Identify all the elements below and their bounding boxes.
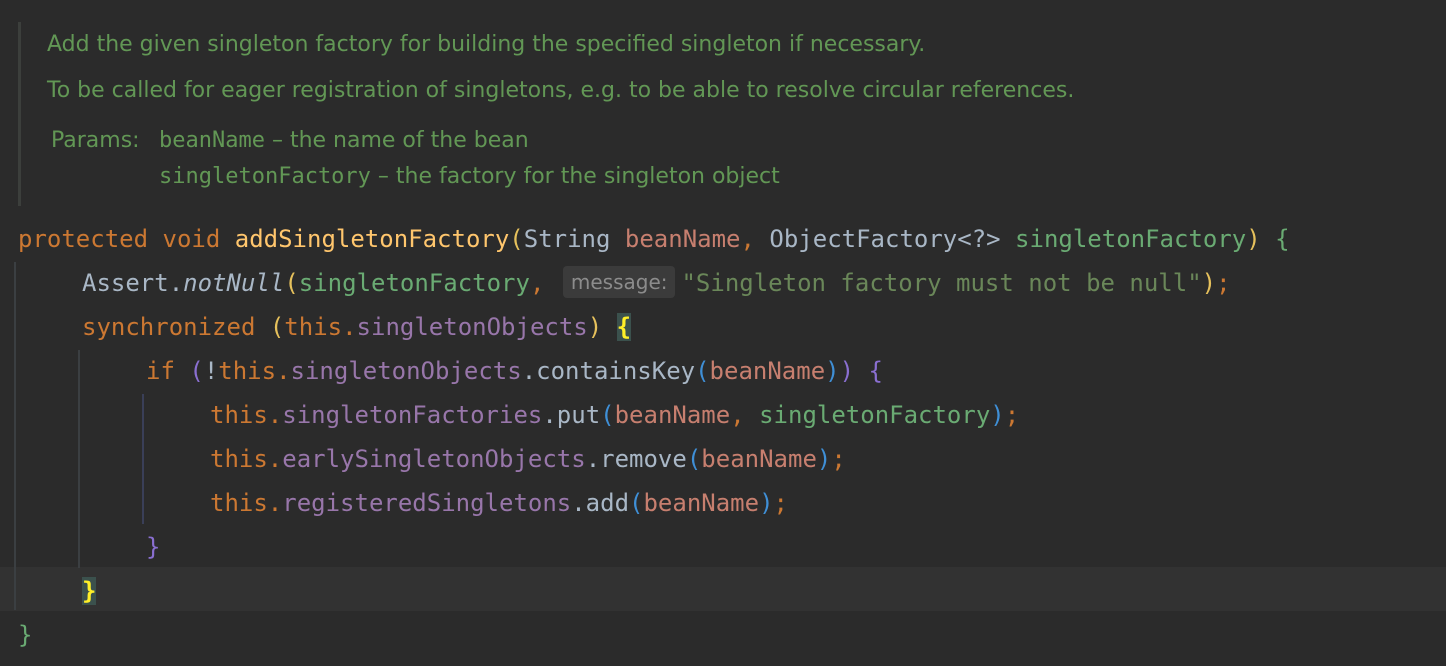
- method-call[interactable]: notNull: [183, 269, 284, 297]
- method-name[interactable]: addSingletonFactory: [235, 225, 510, 253]
- paren: (: [269, 313, 285, 341]
- method-call[interactable]: .put: [542, 401, 600, 429]
- field-ref[interactable]: singletonObjects: [291, 357, 522, 385]
- paren: (: [600, 401, 615, 429]
- keyword-protected: protected: [18, 225, 149, 253]
- method-call[interactable]: .add: [571, 489, 629, 517]
- code-line-remove[interactable]: this.earlySingletonObjects.remove(beanNa…: [210, 437, 846, 481]
- indent-guide: [78, 350, 80, 568]
- paren: (: [695, 357, 710, 385]
- brace: }: [146, 533, 161, 561]
- param-name[interactable]: beanName: [625, 225, 741, 253]
- paren: ): [990, 401, 1005, 429]
- brace: {: [868, 357, 883, 385]
- semicolon: ;: [831, 445, 846, 473]
- field-ref[interactable]: singletonObjects: [357, 313, 588, 341]
- paren: ): [1246, 225, 1261, 253]
- method-call[interactable]: .remove: [586, 445, 687, 473]
- keyword-this: this.: [210, 445, 283, 473]
- field-ref[interactable]: singletonFactories: [282, 401, 542, 429]
- keyword-this: this.: [284, 313, 357, 341]
- param-ref[interactable]: beanName: [710, 357, 826, 385]
- keyword-if: if: [146, 357, 175, 385]
- semicolon: ;: [1216, 269, 1231, 297]
- paren: (: [629, 489, 644, 517]
- code-line-method-signature[interactable]: protected void addSingletonFactory(Strin…: [18, 217, 1290, 261]
- class-ref[interactable]: Assert.: [82, 269, 183, 297]
- semicolon: ;: [1004, 401, 1020, 429]
- comma: ,: [740, 225, 755, 253]
- param-ref[interactable]: singletonFactory: [299, 269, 530, 297]
- paren: ): [759, 489, 774, 517]
- code-line-if[interactable]: if (!this.singletonObjects.containsKey(b…: [146, 349, 883, 393]
- brace: }: [18, 621, 33, 649]
- code-line-assert[interactable]: Assert.notNull(singletonFactory, message…: [82, 261, 1231, 305]
- paren: ): [587, 313, 603, 341]
- param-ref[interactable]: beanName: [643, 489, 759, 517]
- keyword-void: void: [162, 225, 221, 253]
- code-line-method-close[interactable]: }: [18, 613, 32, 657]
- type-name[interactable]: String: [524, 225, 611, 253]
- string-literal[interactable]: "Singleton factory must not be null": [681, 269, 1201, 297]
- code-editor[interactable]: protected void addSingletonFactory(Strin…: [0, 0, 1446, 666]
- brace-matched: }: [82, 577, 97, 605]
- brace-matched: {: [616, 313, 632, 341]
- keyword-this: this.: [218, 357, 291, 385]
- field-ref[interactable]: registeredSingletons: [282, 489, 571, 517]
- paren: (: [284, 269, 299, 297]
- brace: {: [1275, 225, 1290, 253]
- type-name[interactable]: ObjectFactory<?>: [769, 225, 1000, 253]
- indent-guide: [142, 394, 144, 524]
- keyword-this: this.: [210, 401, 283, 429]
- field-ref[interactable]: earlySingletonObjects: [282, 445, 585, 473]
- comma: ,: [529, 269, 545, 297]
- operator-not: !: [203, 357, 219, 385]
- param-ref[interactable]: beanName: [615, 401, 731, 429]
- paren: ): [825, 357, 840, 385]
- paren: ): [1201, 269, 1217, 297]
- keyword-this: this.: [210, 489, 283, 517]
- code-line-sync-close[interactable]: }: [82, 569, 97, 613]
- keyword-synchronized: synchronized: [82, 313, 256, 341]
- paren: ): [816, 445, 832, 473]
- code-line-put[interactable]: this.singletonFactories.put(beanName, si…: [210, 393, 1019, 437]
- code-line-if-close[interactable]: }: [146, 525, 160, 569]
- paren: (: [509, 225, 524, 253]
- param-ref[interactable]: beanName: [701, 445, 817, 473]
- paren: (: [686, 445, 702, 473]
- code-line-synchronized[interactable]: synchronized (this.singletonObjects) {: [82, 305, 632, 349]
- current-line-highlight: [0, 567, 1446, 611]
- indent-guide: [14, 262, 16, 610]
- param-ref[interactable]: singletonFactory: [759, 401, 990, 429]
- comma: ,: [730, 401, 745, 429]
- paren: (: [189, 357, 204, 385]
- parameter-hint: message:: [562, 266, 676, 298]
- semicolon: ;: [773, 489, 788, 517]
- paren: ): [839, 357, 855, 385]
- param-name[interactable]: singletonFactory: [1015, 225, 1246, 253]
- method-call[interactable]: .containsKey: [522, 357, 695, 385]
- code-line-add[interactable]: this.registeredSingletons.add(beanName);: [210, 481, 788, 525]
